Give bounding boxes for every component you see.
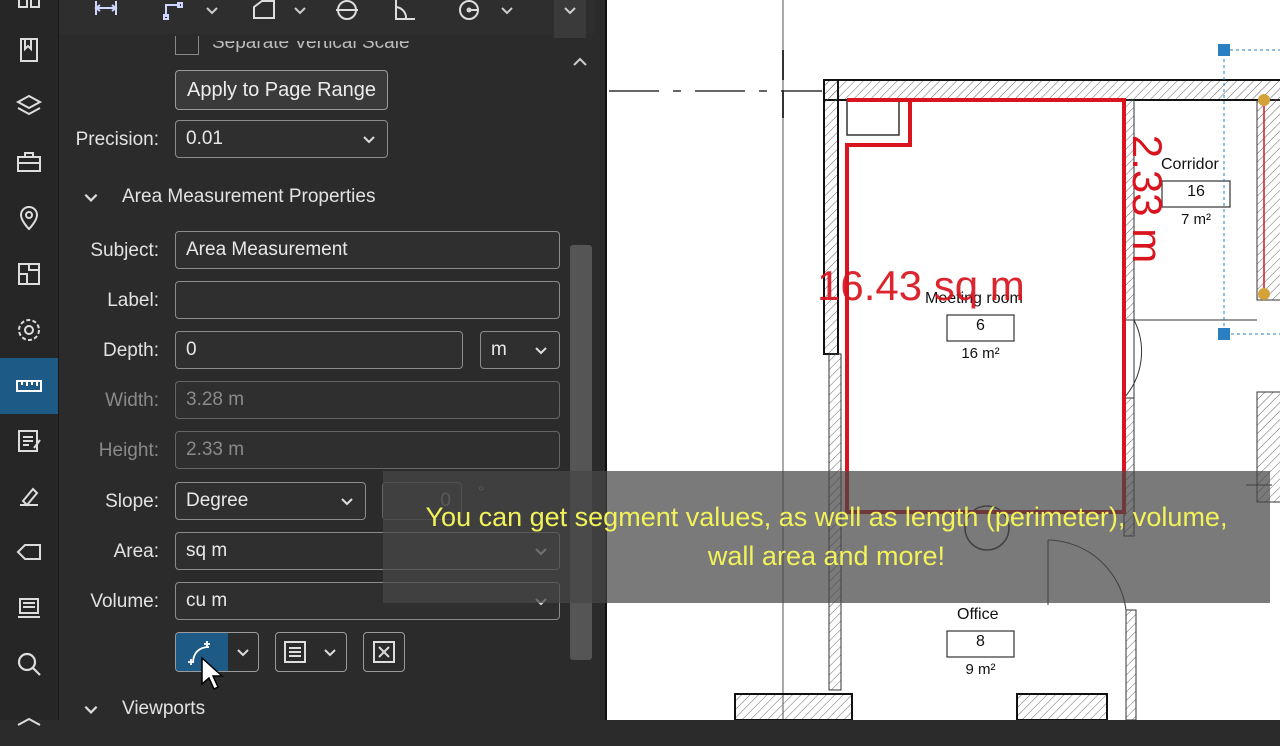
collapse-chevron-icon[interactable] [82, 188, 100, 206]
depth-unit-select[interactable]: m [480, 331, 560, 369]
diameter-tool-icon[interactable] [334, 0, 360, 26]
precision-select[interactable]: 0.01 [175, 120, 388, 158]
height-label: Height: [98, 440, 159, 461]
precision-label: Precision: [75, 129, 159, 150]
area-label: Area: [113, 541, 159, 562]
area-measurement-properties-header[interactable]: Area Measurement Properties [122, 186, 375, 208]
area-tool-icon[interactable] [251, 0, 277, 26]
chevron-down-icon[interactable] [204, 0, 220, 26]
depth-label: Depth: [103, 340, 159, 361]
room-area-corridor: 7 m² [1181, 211, 1211, 228]
text-format-split-button[interactable] [275, 632, 347, 672]
width-input: 3.28 m [175, 381, 560, 419]
room-area-office: 9 m² [965, 661, 996, 678]
viewports-section-header[interactable]: Viewports [122, 698, 205, 720]
slope-select[interactable]: Degree [175, 482, 366, 520]
area-unit-value: sq m [186, 540, 228, 561]
width-label: Width: [105, 390, 159, 411]
radius-tool-icon[interactable] [456, 0, 482, 26]
label-label: Label: [107, 290, 159, 311]
align-text-icon [284, 641, 306, 663]
stamp-icon[interactable] [0, 582, 58, 634]
room-name-office: Office [957, 606, 999, 623]
slope-label: Slope: [105, 491, 159, 512]
left-tool-rail [0, 0, 59, 726]
separate-scale-checkbox[interactable] [175, 36, 199, 55]
slope-value: Degree [186, 490, 249, 511]
chevron-down-icon[interactable] [235, 644, 251, 660]
volume-label: Volume: [90, 591, 159, 612]
precision-value: 0.01 [186, 128, 223, 149]
floor-plan-drawing [609, 0, 1280, 720]
room-number-meeting-room: 6 [976, 317, 985, 334]
markups-list-icon[interactable] [0, 415, 58, 467]
label-input[interactable] [175, 281, 560, 319]
height-input: 2.33 m [175, 431, 560, 469]
polylength-tool-icon[interactable] [161, 0, 187, 26]
tag-icon[interactable] [0, 526, 58, 578]
height-measurement-label[interactable]: 2.33 m [1124, 124, 1171, 274]
close-box-icon [373, 641, 395, 663]
chevron-down-icon[interactable] [499, 0, 515, 26]
mouse-cursor-icon [201, 656, 224, 691]
volume-unit-value: cu m [186, 590, 228, 611]
angle-tool-icon[interactable] [392, 0, 418, 26]
toolbar-overflow-button[interactable] [554, 0, 586, 38]
room-area-meeting-room: 16 m² [961, 345, 1000, 362]
toolbox-icon[interactable] [0, 136, 58, 188]
collapse-chevron-icon[interactable] [82, 700, 100, 718]
chevron-down-icon [363, 136, 375, 144]
signature-pen-icon[interactable] [0, 470, 58, 522]
measurements-ruler-icon[interactable] [0, 358, 58, 414]
chevron-down-icon[interactable] [292, 0, 308, 26]
chevron-down-icon [535, 347, 547, 355]
location-pin-icon[interactable] [0, 192, 58, 244]
drawing-canvas[interactable]: Corridor 16 7 m² Meeting room 6 16 m² Of… [605, 0, 1280, 720]
chevron-down-icon [341, 498, 353, 506]
area-measurement-label[interactable]: 16.43 sq m [817, 262, 1025, 310]
subject-input[interactable]: Area Measurement [175, 231, 560, 269]
chevron-down-icon[interactable] [322, 644, 338, 660]
caption-line-2: wall area and more! [707, 541, 946, 571]
bookmarks-icon[interactable] [0, 24, 58, 76]
apply-to-page-range-button[interactable]: Apply to Page Range [175, 70, 388, 110]
caption-line-1: You can get segment values, as well as l… [425, 502, 1228, 532]
length-tool-icon[interactable] [93, 0, 119, 26]
room-number-office: 8 [976, 633, 985, 650]
layers-icon[interactable] [0, 80, 58, 132]
measurement-toolbar [59, 0, 594, 38]
search-icon[interactable] [0, 638, 58, 690]
depth-input[interactable]: 0 [175, 331, 463, 369]
clear-button[interactable] [363, 632, 405, 672]
settings-gear-icon[interactable] [0, 304, 58, 356]
spaces-icon[interactable] [0, 248, 58, 300]
room-number-corridor: 16 [1187, 183, 1205, 200]
video-caption: You can get segment values, as well as l… [383, 471, 1270, 603]
scroll-up-chevron-icon[interactable] [570, 52, 590, 77]
more-tools-icon[interactable] [0, 694, 58, 746]
depth-unit-value: m [491, 339, 507, 360]
subject-label: Subject: [90, 240, 159, 261]
